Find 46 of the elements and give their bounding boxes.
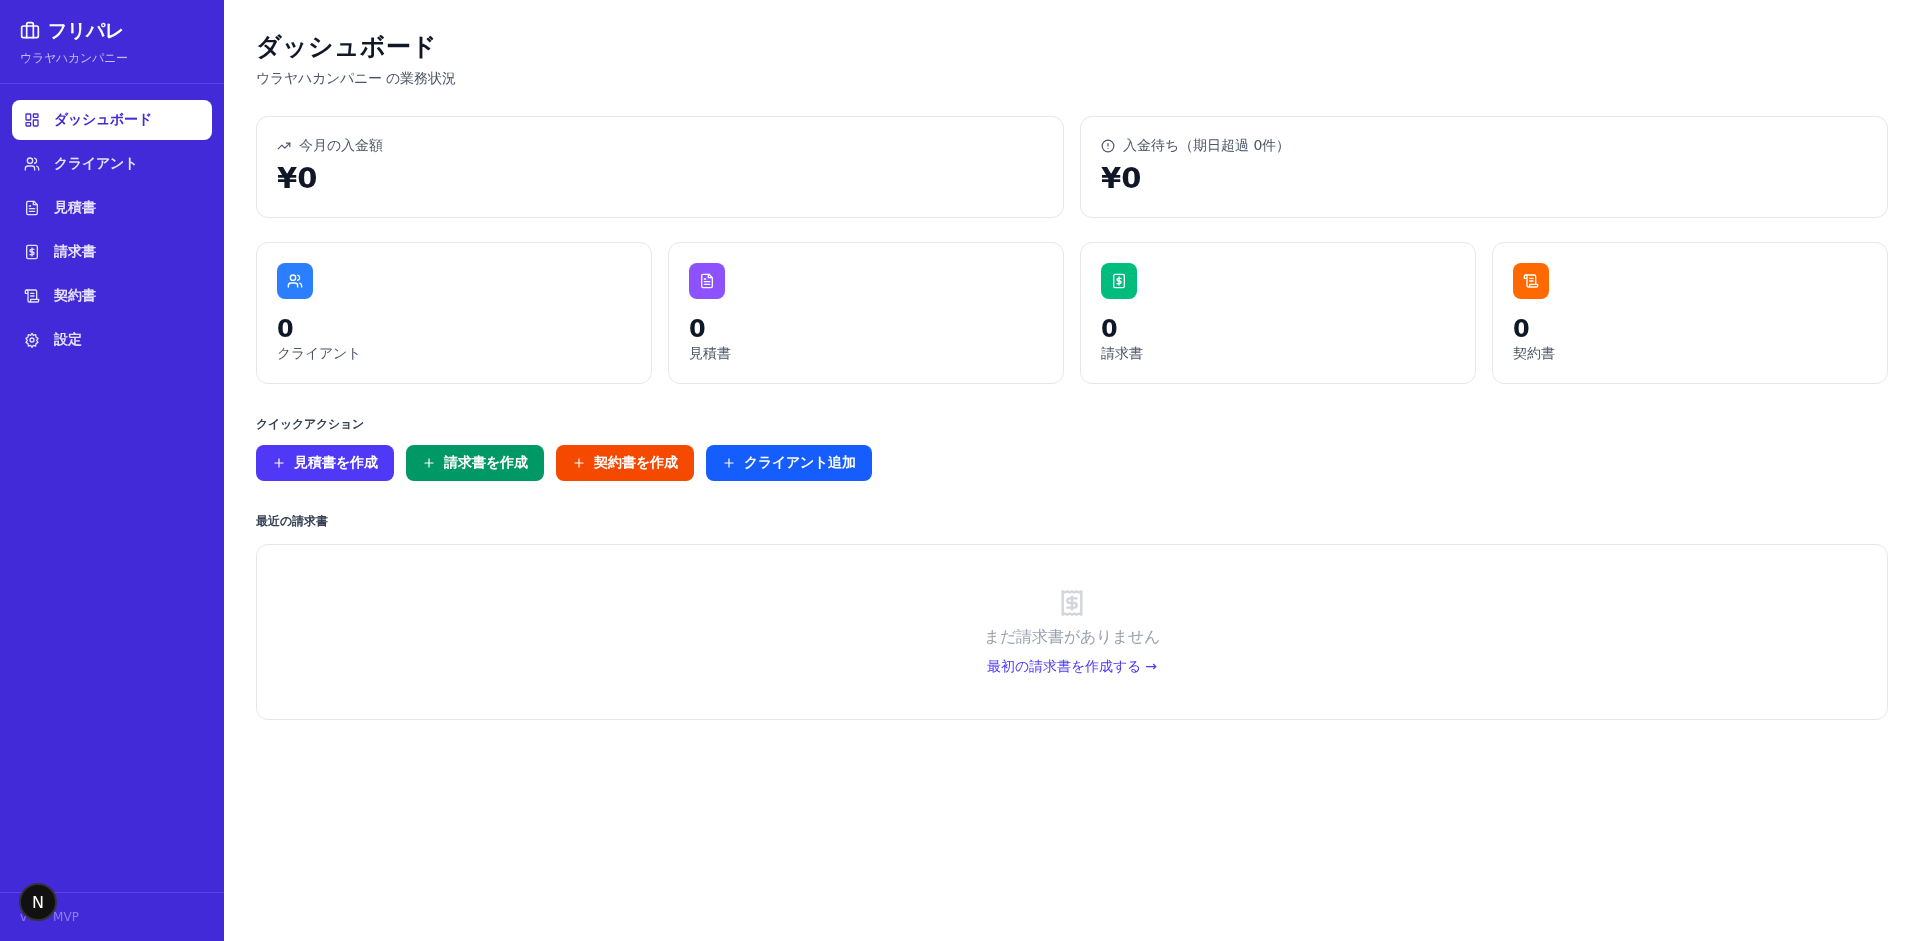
summary-label: 入金待ち（期日超過 0件） bbox=[1123, 137, 1291, 155]
quick-action-button[interactable]: クライアント追加 bbox=[706, 445, 872, 481]
scroll-icon bbox=[24, 288, 40, 304]
page-subtitle: ウラヤハカンパニー の業務状況 bbox=[256, 70, 458, 88]
users-icon bbox=[24, 156, 40, 172]
plus-icon bbox=[722, 456, 736, 470]
nav-item[interactable]: クライアント bbox=[12, 144, 212, 184]
plus-icon bbox=[572, 456, 586, 470]
company-name: ウラヤハカンパニー bbox=[20, 50, 129, 67]
app-name: フリパレ bbox=[48, 18, 124, 43]
stat-label: 契約書 bbox=[1513, 345, 1556, 363]
quick-action-button[interactable]: 見積書を作成 bbox=[256, 445, 394, 481]
quick-action-button[interactable]: 契約書を作成 bbox=[556, 445, 694, 481]
summary-value: ¥0 bbox=[1101, 161, 1143, 195]
document-icon bbox=[24, 200, 40, 216]
scroll-icon bbox=[1523, 273, 1539, 289]
users-icon bbox=[287, 273, 303, 289]
nav-item[interactable]: 請求書 bbox=[12, 232, 212, 272]
stat-label: 見積書 bbox=[689, 345, 732, 363]
stat-value: 0 bbox=[1101, 315, 1119, 343]
empty-message: まだ請求書がありません bbox=[984, 626, 1160, 648]
quick-action-button[interactable]: 請求書を作成 bbox=[406, 445, 544, 481]
grid-icon bbox=[24, 112, 40, 128]
document-icon bbox=[699, 273, 715, 289]
summary-value: ¥0 bbox=[277, 161, 319, 195]
stat-value: 0 bbox=[689, 315, 707, 343]
nav-item[interactable]: 契約書 bbox=[12, 276, 212, 316]
stat-value: 0 bbox=[1513, 315, 1531, 343]
section-heading: クイックアクション bbox=[256, 416, 365, 433]
plus-icon bbox=[422, 456, 436, 470]
page-title: ダッシュボード bbox=[256, 31, 438, 63]
create-invoice-link[interactable]: 最初の請求書を作成する → bbox=[986, 657, 1158, 676]
section-heading: 最近の請求書 bbox=[256, 513, 329, 530]
stat-value: 0 bbox=[277, 315, 295, 343]
summary-label: 今月の入金額 bbox=[299, 137, 383, 155]
settings-icon bbox=[24, 332, 40, 348]
plus-icon bbox=[272, 456, 286, 470]
nav-item[interactable]: 設定 bbox=[12, 320, 212, 360]
stat-label: 請求書 bbox=[1101, 345, 1144, 363]
receipt-icon bbox=[24, 244, 40, 260]
nav-item[interactable]: ダッシュボード bbox=[12, 100, 212, 140]
alert-icon bbox=[1101, 139, 1115, 153]
briefcase-icon bbox=[20, 21, 40, 41]
receipt-icon bbox=[1111, 273, 1127, 289]
nav-item[interactable]: 見積書 bbox=[12, 188, 212, 228]
stat-label: クライアント bbox=[277, 345, 362, 363]
